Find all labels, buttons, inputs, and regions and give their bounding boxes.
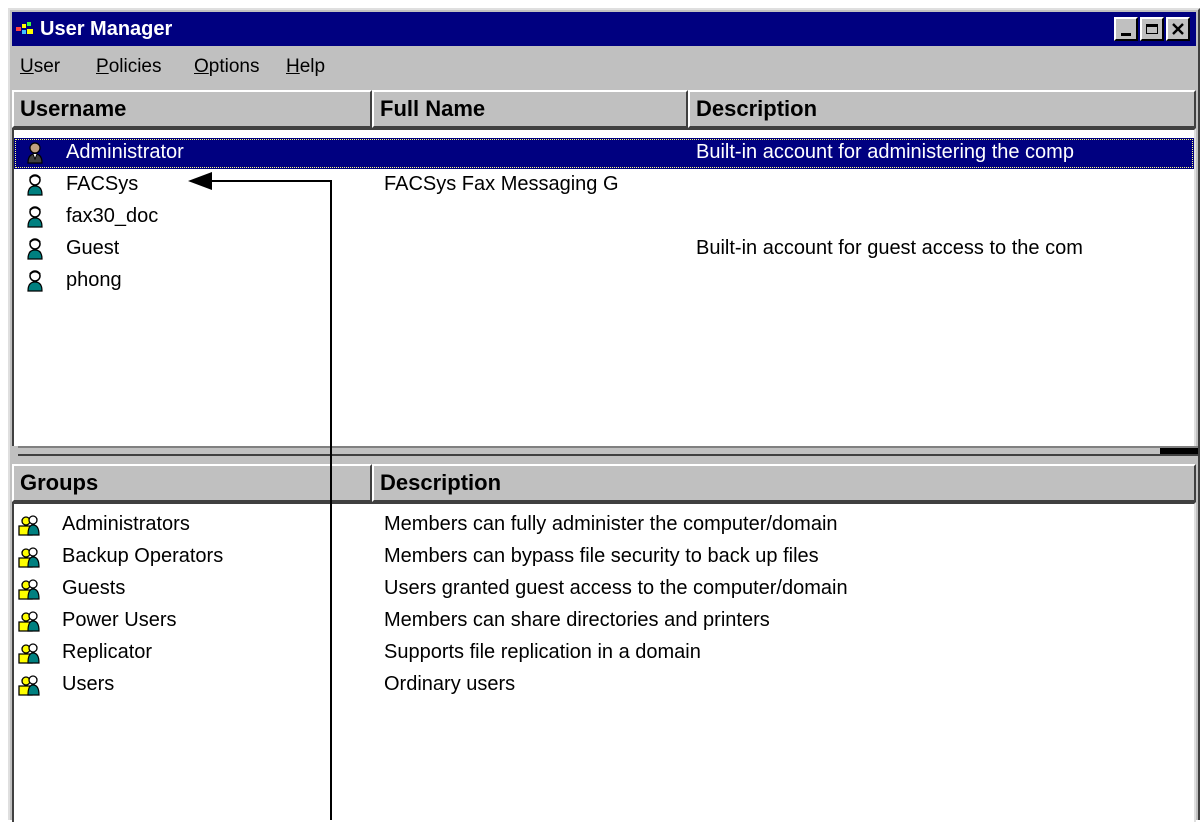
group-name-cell: Replicator <box>62 641 153 663</box>
callout-line-vertical <box>330 180 332 820</box>
column-header-full-name[interactable]: Full Name <box>372 90 688 128</box>
menu-help[interactable]: Help <box>286 56 325 78</box>
username-cell: FACSys <box>66 173 139 195</box>
group-icon <box>18 579 40 600</box>
username-cell: phong <box>66 269 122 291</box>
menu-policies[interactable]: Policies <box>96 56 162 78</box>
table-row-guest[interactable]: Guest Built-in account for guest access … <box>14 234 1194 265</box>
column-header-username[interactable]: Username <box>12 90 372 128</box>
callout-line-horizontal <box>210 180 331 182</box>
minimize-icon <box>1121 32 1131 36</box>
table-row-fax30-doc[interactable]: fax30_doc <box>14 202 1194 233</box>
table-row-power-users[interactable]: Power Users Members can share directorie… <box>14 606 1194 637</box>
minimize-button[interactable] <box>1114 17 1138 41</box>
table-row-administrators[interactable]: Administrators Members can fully adminis… <box>14 510 1194 541</box>
user-icon <box>27 270 43 292</box>
menu-user[interactable]: User <box>20 56 60 78</box>
group-icon <box>18 643 40 664</box>
table-row-backup-operators[interactable]: Backup Operators Members can bypass file… <box>14 542 1194 573</box>
group-description-cell: Members can fully administer the compute… <box>384 513 838 535</box>
group-name-cell: Users <box>62 673 115 695</box>
description-cell: Built-in account for administering the c… <box>696 141 1074 163</box>
full-name-cell: FACSys Fax Messaging G <box>384 173 619 195</box>
group-name-cell: Backup Operators <box>62 545 224 567</box>
table-row-phong[interactable]: phong <box>14 266 1194 297</box>
group-icon <box>18 547 40 568</box>
description-cell: Built-in account for guest access to the… <box>696 237 1083 259</box>
username-cell: fax30_doc <box>66 205 159 227</box>
table-row-replicator[interactable]: Replicator Supports file replication in … <box>14 638 1194 669</box>
column-header-group-description[interactable]: Description <box>372 464 1196 502</box>
username-cell: Administrator <box>66 141 184 163</box>
group-description-cell: Ordinary users <box>384 673 516 695</box>
group-icon <box>18 515 40 536</box>
maximize-icon <box>1146 24 1158 34</box>
menu-options[interactable]: Options <box>194 56 259 78</box>
group-description-cell: Members can share directories and printe… <box>384 609 770 631</box>
group-name-cell: Power Users <box>62 609 177 631</box>
groups-list[interactable]: Administrators Members can fully adminis… <box>12 502 1196 822</box>
group-description-cell: Members can bypass file security to back… <box>384 545 819 567</box>
horizontal-scrollbar[interactable] <box>18 446 1198 456</box>
column-header-groups[interactable]: Groups <box>12 464 372 502</box>
scrollbar-thumb[interactable] <box>1160 448 1198 454</box>
user-icon <box>27 206 43 228</box>
user-manager-window: User Manager User Policies Options Help … <box>8 8 1200 822</box>
column-header-description[interactable]: Description <box>688 90 1196 128</box>
callout-arrow-icon <box>188 172 212 190</box>
window-title: User Manager <box>40 18 173 40</box>
table-row-users[interactable]: Users Ordinary users <box>14 670 1194 701</box>
table-row-guests[interactable]: Guests Users granted guest access to the… <box>14 574 1194 605</box>
username-cell: Guest <box>66 237 120 259</box>
close-icon <box>1172 23 1184 35</box>
group-name-cell: Administrators <box>62 513 190 535</box>
user-manager-app-icon <box>16 22 33 34</box>
group-icon <box>18 611 40 632</box>
group-description-cell: Users granted guest access to the comput… <box>384 577 848 599</box>
menu-bar: User Policies Options Help <box>12 48 1196 84</box>
group-name-cell: Guests <box>62 577 126 599</box>
user-icon <box>27 238 43 260</box>
table-row-administrator[interactable]: Administrator Built-in account for admin… <box>14 138 1194 169</box>
admin-user-icon <box>27 142 43 164</box>
close-button[interactable] <box>1166 17 1190 41</box>
title-bar[interactable]: User Manager <box>12 12 1196 46</box>
maximize-button[interactable] <box>1140 17 1164 41</box>
user-icon <box>27 174 43 196</box>
group-description-cell: Supports file replication in a domain <box>384 641 701 663</box>
group-icon <box>18 675 40 696</box>
